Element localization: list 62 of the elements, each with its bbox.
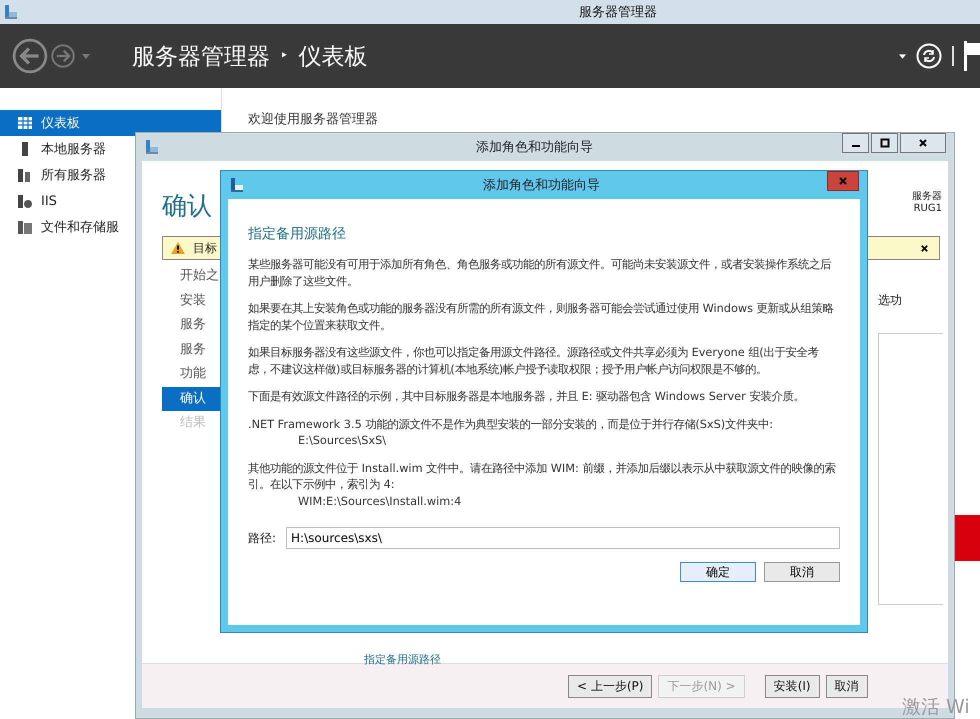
wizard-button[interactable]: < 上一步(P) xyxy=(568,674,652,698)
close-icon xyxy=(918,138,928,148)
dialog-heading: 指定备用源路径 xyxy=(248,225,347,243)
sidebar-item[interactable]: 本地服务器 xyxy=(0,136,110,162)
warning-icon xyxy=(171,242,185,254)
sidebar-item[interactable]: 仪表板 xyxy=(0,110,221,136)
wizard-step[interactable]: 服务 xyxy=(162,338,222,362)
paragraph: 如果目标服务器没有这些源文件，你也可以指定备用源文件路径。源路径或文件共享必须为 Everyone 组(出于安全考虑，不建议这样做)或目标服务器的计算机(本地系统)帐户授予读取权限；授予用户帐户访问权限是不够的。 xyxy=(248,345,820,378)
wizard-button[interactable]: 安装(I) xyxy=(764,674,820,698)
flag-icon[interactable] xyxy=(964,41,980,71)
wizard-step[interactable]: 功能 xyxy=(162,362,222,386)
close-icon xyxy=(838,176,848,186)
breadcrumb-item[interactable]: 服务器管理器 xyxy=(132,40,270,72)
target-server-label: 服务器 xyxy=(912,190,942,203)
refresh-icon[interactable] xyxy=(916,43,942,69)
paragraph: 某些服务器可能没有可用于添加所有角色、角色服务或功能的所有源文件。可能尚未安装源文件，或者安装操作系统之后用户删除了这些文件。 xyxy=(248,257,832,290)
wizard-heading: 确认 xyxy=(162,190,212,222)
welcome-heading: 欢迎使用服务器管理器 xyxy=(248,112,378,127)
dialog-button[interactable]: 确定 xyxy=(680,562,756,582)
example-path: E:\Sources\SxS\ xyxy=(298,433,388,449)
wizard-step[interactable]: 服务 xyxy=(162,313,222,338)
forward-button[interactable] xyxy=(50,43,76,69)
wizard-title: 添加角色和功能向导 xyxy=(476,139,593,156)
file-server-icon xyxy=(17,219,33,235)
server-icon xyxy=(17,167,33,183)
paragraph: .NET Framework 3.5 功能的源文件不是作为典型安装的一部分安装的，而是位于并行存储(SxS)文件夹中: xyxy=(248,416,774,432)
caret-icon[interactable] xyxy=(899,54,906,58)
alternate-source-link[interactable]: 指定备用源路径 xyxy=(364,652,441,667)
wizard-button[interactable]: 取消 xyxy=(826,674,868,698)
server-manager-icon xyxy=(3,4,19,20)
example-path: WIM:E:\Sources\Install.wim:4 xyxy=(298,494,462,510)
paragraph: 下面是有效源文件路径的示例，其中目标服务器是本地服务器，并且 E: 驱动器包含 Windows Server 安装介质。 xyxy=(248,389,806,405)
dialog-title: 添加角色和功能向导 xyxy=(483,177,600,194)
wizard-icon xyxy=(229,177,245,193)
target-server-name: RUG1 xyxy=(914,203,942,214)
window-title: 服务器管理器 xyxy=(579,4,657,21)
maximize-button[interactable] xyxy=(871,133,898,153)
paragraph: 如果要在其上安装角色或功能的服务器没有所需的所有源文件，则服务器可能会尝试通过使用 Windows 更新或从组策略指定的某个位置来获取文件。 xyxy=(248,301,835,334)
path-field[interactable]: H:\sources\sxs\ xyxy=(286,527,840,549)
wizard-step[interactable]: 安装 xyxy=(162,288,222,313)
close-icon[interactable] xyxy=(920,244,929,252)
grid-icon xyxy=(17,115,33,131)
sidebar-item[interactable]: IIS xyxy=(0,188,61,214)
sidebar-item[interactable]: 所有服务器 xyxy=(0,162,110,188)
option-text: 选功 xyxy=(878,292,903,309)
sidebar-item[interactable]: 文件和存储服 xyxy=(0,214,123,240)
close-button[interactable] xyxy=(900,133,946,153)
wizard-icon xyxy=(144,139,160,155)
status-stripe xyxy=(954,515,980,561)
paragraph: 其他功能的源文件位于 Install.wim 文件中。请在路径中添加 WIM: 前缀，并添加后缀以表示从中获取源文件的映像的索引。在以下示例中，索引为 4: xyxy=(248,460,836,493)
wizard-step[interactable]: 开始之 xyxy=(162,264,222,288)
dialog-button[interactable]: 取消 xyxy=(764,562,840,582)
maximize-icon xyxy=(880,138,890,148)
breadcrumb-item[interactable]: 仪表板 xyxy=(298,40,368,72)
back-button[interactable] xyxy=(12,38,48,74)
server-globe-icon xyxy=(17,193,33,209)
warning-text: 目标 xyxy=(193,240,217,256)
minimize-icon xyxy=(852,145,860,147)
path-label: 路径: xyxy=(248,530,276,546)
wizard-step[interactable]: 确认 xyxy=(162,386,222,411)
minimize-button[interactable] xyxy=(842,133,869,153)
breadcrumb-separator: ‣ xyxy=(280,48,288,64)
